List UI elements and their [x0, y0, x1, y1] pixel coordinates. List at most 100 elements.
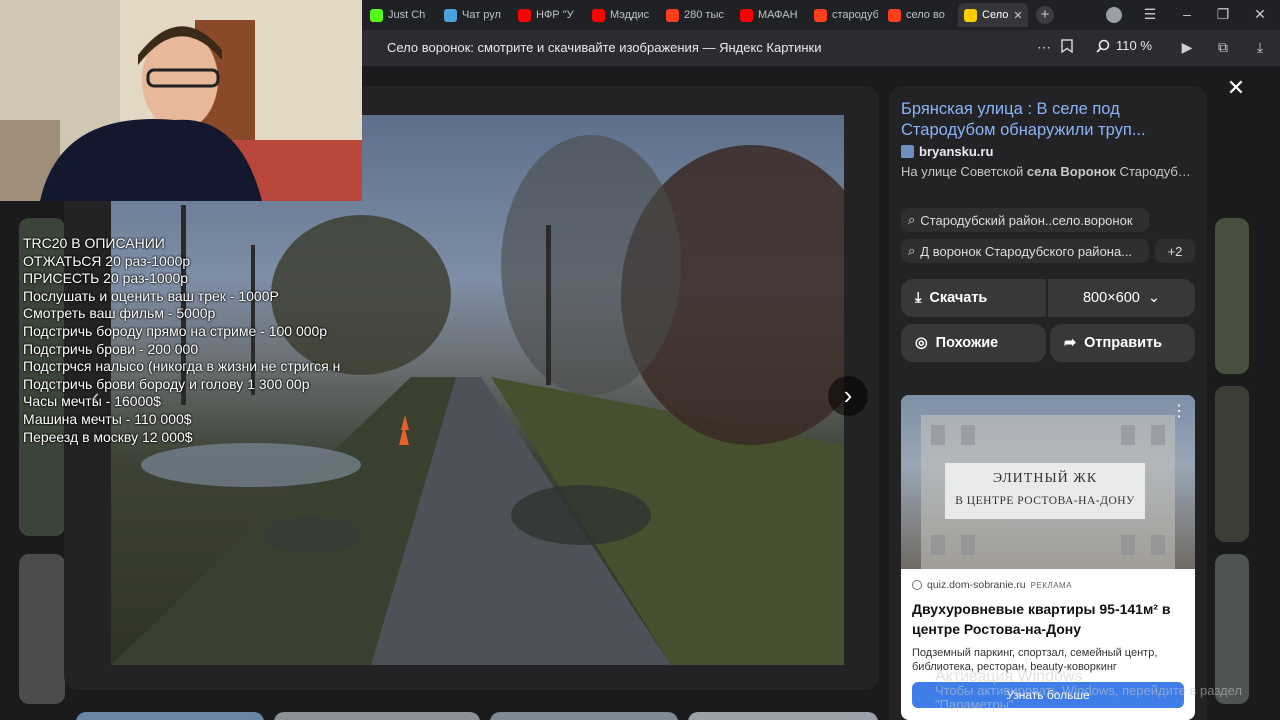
- source-host[interactable]: bryansku.ru: [901, 144, 993, 159]
- more-icon[interactable]: ⋯: [1035, 39, 1053, 56]
- tab-label: стародуб: [832, 9, 878, 21]
- download-label: Скачать: [929, 290, 988, 306]
- tab-label: Just Ch: [388, 9, 426, 21]
- result-thumbnail[interactable]: [490, 712, 678, 720]
- overlay-line: TRC20 В ОПИСАНИИ: [23, 235, 165, 251]
- browser-tab[interactable]: Село ✕: [958, 3, 1028, 27]
- tab-label: Село: [982, 9, 1009, 21]
- similar-button[interactable]: ◎ Похожие: [901, 324, 1046, 362]
- watermark-text: "Параметры".: [935, 697, 1018, 712]
- zoom-indicator[interactable]: 110 %: [1096, 38, 1152, 53]
- download-icon: ⤓: [915, 290, 922, 306]
- image-info-panel: Брянская улица : В селе под Стародубом о…: [889, 86, 1207, 720]
- source-title-link[interactable]: Брянская улица : В селе под Стародубом о…: [901, 99, 1201, 141]
- ad-host-label: quiz.dom-sobranie.ru: [927, 579, 1026, 591]
- ad-host: quiz.dom-sobranie.ru РЕКЛАМА: [912, 579, 1072, 591]
- zoom-icon: [1096, 39, 1110, 53]
- search-tag[interactable]: ⌕ Стародубский район..село.воронок: [901, 208, 1149, 232]
- ad-favicon-icon: [912, 580, 922, 590]
- youtube-icon: [592, 8, 605, 22]
- youtube-icon: [518, 8, 531, 22]
- result-thumbnail[interactable]: [688, 712, 878, 720]
- new-tab-button[interactable]: +: [1036, 6, 1054, 24]
- overlay-line: Подстричь бороду прямо на стриме - 100 0…: [23, 322, 328, 339]
- download-button[interactable]: ⤓ Скачать: [901, 279, 1046, 317]
- search-icon: ⌕: [908, 243, 916, 258]
- webcam-overlay: [0, 0, 362, 201]
- share-icon: ➦: [1064, 335, 1077, 351]
- collections-icon[interactable]: ⧉: [1214, 39, 1232, 56]
- close-tab-icon[interactable]: ✕: [1013, 9, 1022, 22]
- overlay-line: Смотреть ваш фильм - 5000р: [23, 305, 216, 322]
- menu-icon[interactable]: ☰: [1141, 6, 1159, 23]
- tab-label: Чат рул: [462, 9, 501, 21]
- stream-overlay-text: TRC20 В ОПИСАНИИ ОТЖАТЬСЯ 20 раз-1000р ПРИ…: [23, 235, 375, 446]
- result-thumbnail[interactable]: [1215, 386, 1249, 542]
- site-favicon-icon: [901, 145, 914, 158]
- ad-image: ЭЛИТНЫЙ ЖК В ЦЕНТРЕ РОСТОВА-НА-ДОНУ ⋮: [901, 395, 1195, 569]
- yandex-icon: [666, 8, 679, 22]
- browser-tab[interactable]: Мэддис: [586, 3, 656, 27]
- search-tag[interactable]: ⌕ Д воронок Стародубского района...: [901, 239, 1149, 263]
- size-select[interactable]: 800×600 ⌄: [1048, 279, 1195, 317]
- ad-banner: ЭЛИТНЫЙ ЖК В ЦЕНТРЕ РОСТОВА-НА-ДОНУ: [945, 463, 1145, 519]
- tab-label: 280 тыс: [684, 9, 724, 21]
- watermark-text: Чтобы активировать Windows, перейдите в …: [935, 683, 1242, 698]
- share-label: Отправить: [1084, 335, 1163, 351]
- minimize-icon[interactable]: –: [1178, 6, 1196, 22]
- overlay-line: Часы мечты - 16000$: [23, 393, 161, 410]
- overlay-line: ОТЖАТЬСЯ 20 раз-1000р: [23, 252, 191, 269]
- result-thumbnail[interactable]: [274, 712, 480, 720]
- overlay-line: ПРИСЕСТЬ 20 раз-1000р: [23, 270, 189, 287]
- close-viewer-icon[interactable]: ✕: [1224, 75, 1248, 101]
- tab-label: НФР "У: [536, 9, 574, 21]
- windows-activation-watermark: Активация Windows Чтобы активировать Win…: [935, 669, 1242, 712]
- overlay-line: Подстрчся налысо (никогда в жизни не стр…: [23, 358, 341, 375]
- ad-banner-subtitle: В ЦЕНТРЕ РОСТОВА-НА-ДОНУ: [955, 495, 1135, 507]
- browser-tab[interactable]: село во: [882, 3, 952, 27]
- restore-icon[interactable]: ❐: [1214, 6, 1232, 23]
- result-thumbnail[interactable]: [76, 712, 264, 720]
- snippet-text: Стародубск...: [1115, 164, 1197, 179]
- browser-tab[interactable]: стародуб: [808, 3, 878, 27]
- next-image-button[interactable]: ›: [828, 376, 868, 416]
- result-thumbnail[interactable]: [19, 554, 65, 704]
- size-label: 800×600: [1082, 290, 1140, 306]
- overlay-line: Машина мечты - 110 000$: [23, 410, 192, 427]
- snippet-text: На улице Советской: [901, 164, 1027, 179]
- browser-tab[interactable]: НФР "У: [512, 3, 582, 27]
- bookmark-icon[interactable]: [1058, 39, 1076, 56]
- ad-label: РЕКЛАМА: [1030, 580, 1073, 590]
- more-tags-button[interactable]: +2: [1155, 239, 1195, 263]
- search-tag-label: Д воронок Стародубского района...: [920, 243, 1133, 259]
- browser-tab[interactable]: Чат рул: [438, 3, 508, 27]
- source-host-label: bryansku.ru: [919, 144, 994, 159]
- overlay-line: Послушать и оценить ваш трек - 1000Р: [23, 287, 279, 304]
- yandex-images-icon: [964, 8, 977, 22]
- chevron-down-icon: ⌄: [1147, 290, 1160, 306]
- search-tag-label: Стародубский район..село.воронок: [920, 212, 1133, 228]
- kick-icon: [370, 8, 383, 22]
- download-icon[interactable]: ⤓: [1251, 39, 1269, 56]
- play-icon[interactable]: ▶: [1178, 39, 1196, 56]
- shield-icon: [444, 8, 457, 22]
- browser-tab[interactable]: 280 тыс: [660, 3, 730, 27]
- yandex-icon: [814, 8, 827, 22]
- page-title[interactable]: Село воронок: смотрите и скачивайте изоб…: [387, 40, 822, 55]
- overlay-line: Подстричь брови - 200 000: [23, 340, 199, 357]
- snippet-highlight: села Воронок: [1026, 164, 1116, 179]
- share-button[interactable]: ➦ Отправить: [1050, 324, 1195, 362]
- search-icon: ⌕: [908, 212, 916, 227]
- tab-label: Мэддис: [610, 9, 650, 21]
- zoom-level: 110 %: [1116, 38, 1152, 53]
- result-thumbnail[interactable]: [1215, 218, 1249, 374]
- close-window-icon[interactable]: ✕: [1251, 6, 1269, 23]
- overlay-line: Подстричь брови бороду и голову 1 300 00…: [23, 375, 310, 392]
- ad-headline[interactable]: Двухуровневые квартиры 95-141м² в центре…: [912, 599, 1184, 639]
- tab-label: МАФАН: [758, 9, 798, 21]
- browser-tab[interactable]: МАФАН: [734, 3, 804, 27]
- browser-tab[interactable]: Just Ch: [364, 3, 434, 27]
- profile-avatar[interactable]: [1106, 7, 1122, 23]
- overlay-line: Переезд в москву 12 000$: [23, 428, 193, 445]
- ad-menu-icon[interactable]: ⋮: [1171, 401, 1187, 421]
